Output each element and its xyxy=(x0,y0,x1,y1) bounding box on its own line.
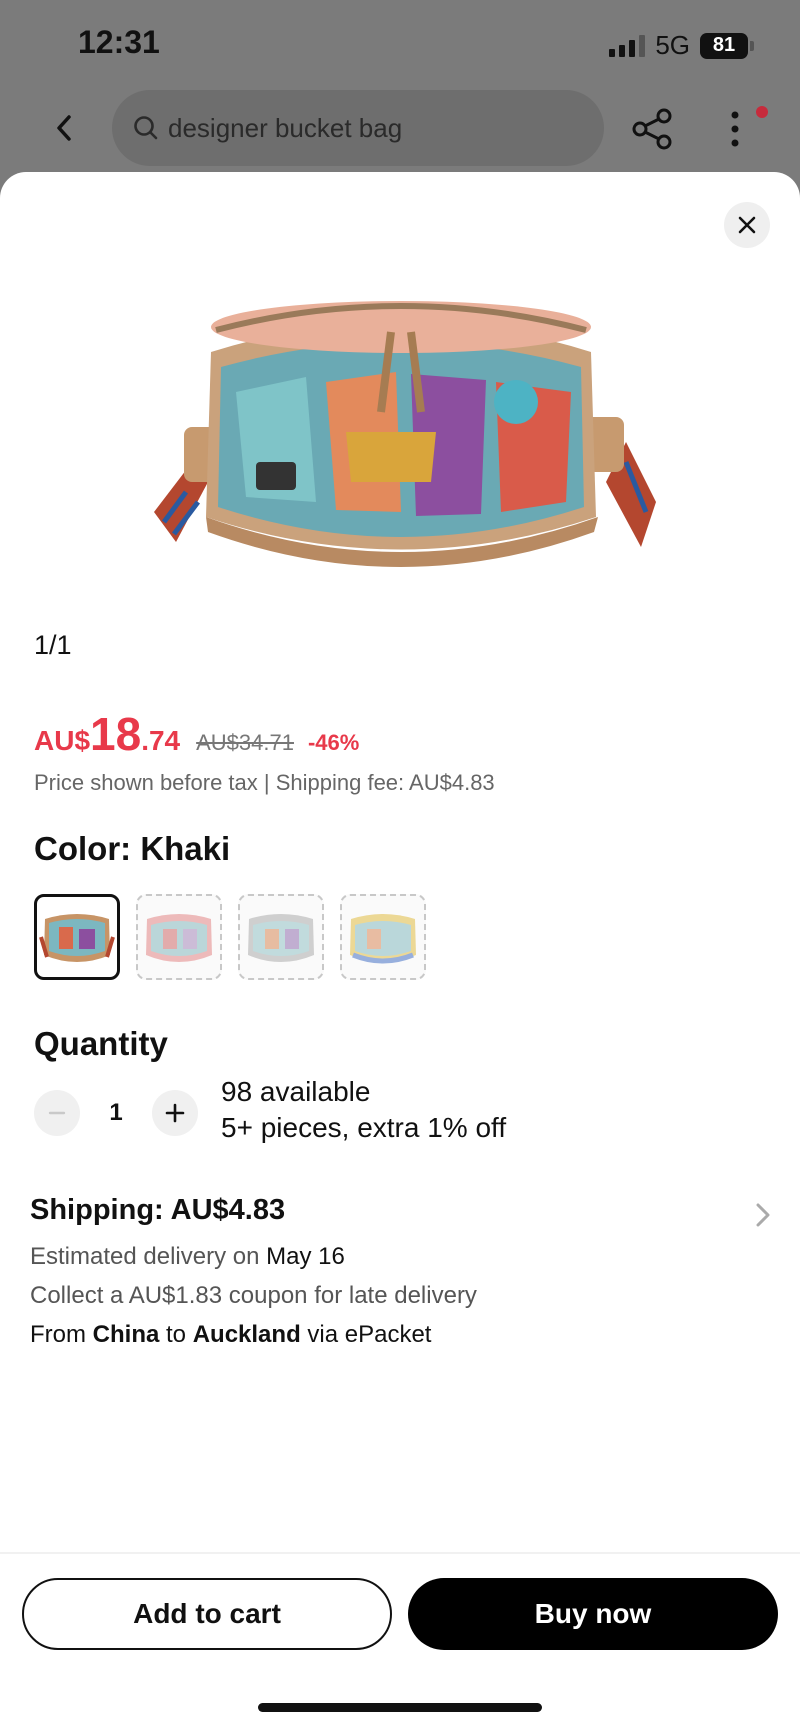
bulk-promo: 5+ pieces, extra 1% off xyxy=(221,1112,507,1143)
back-button[interactable] xyxy=(44,108,84,148)
route-from-label: From xyxy=(30,1321,93,1348)
top-nav: designer bucket bag xyxy=(0,90,800,170)
close-button[interactable] xyxy=(724,202,770,248)
quantity-value[interactable]: 1 xyxy=(80,1099,152,1127)
bottom-divider xyxy=(0,1552,800,1554)
buy-now-button[interactable]: Buy now xyxy=(408,1578,778,1650)
swatch-khaki-image xyxy=(39,914,115,962)
search-input[interactable]: designer bucket bag xyxy=(112,90,604,166)
status-indicators: 5G 81 xyxy=(609,30,754,61)
decrease-button[interactable] xyxy=(34,1090,80,1136)
stock-available: 98 available xyxy=(221,1076,371,1107)
add-to-cart-button[interactable]: Add to cart xyxy=(22,1578,392,1650)
chevron-right-icon[interactable] xyxy=(752,1200,774,1230)
home-indicator xyxy=(258,1703,542,1712)
quantity-title: Quantity xyxy=(34,1025,168,1062)
delivery-estimate: Estimated delivery on May 16 xyxy=(30,1243,345,1271)
delivery-prefix: Estimated delivery on xyxy=(30,1243,267,1270)
battery-icon: 81 xyxy=(700,32,754,59)
swatch-pink[interactable] xyxy=(136,894,222,980)
search-icon xyxy=(134,116,158,140)
original-price: AU$34.71 xyxy=(196,730,294,755)
network-label: 5G xyxy=(655,30,690,60)
route-destination: Auckland xyxy=(192,1321,301,1348)
price-integer: 18 xyxy=(90,708,142,760)
swatch-pink-image xyxy=(146,914,212,962)
chevron-left-icon xyxy=(57,115,71,141)
more-icon[interactable] xyxy=(720,106,750,152)
color-title: Color: Khaki xyxy=(34,830,231,867)
close-icon xyxy=(738,216,756,234)
notification-dot xyxy=(756,106,768,118)
delivery-date: May 16 xyxy=(266,1243,345,1270)
share-icon[interactable] xyxy=(630,106,676,152)
sku-bottom-sheet: 1/1 AU$ 18 .74 AU$34.71 -46% Price shown… xyxy=(0,172,800,1730)
status-time: 12:31 xyxy=(78,24,160,60)
status-bar: 12:31 5G 81 xyxy=(0,0,800,90)
late-coupon: Collect a AU$1.83 coupon for late delive… xyxy=(30,1282,477,1309)
plus-icon xyxy=(165,1103,185,1123)
discount-badge: -46% xyxy=(307,730,360,755)
swatch-blue[interactable] xyxy=(340,894,426,980)
image-counter: 1/1 xyxy=(34,630,72,660)
route-origin: China xyxy=(92,1321,160,1348)
minus-icon xyxy=(48,1111,66,1115)
increase-button[interactable] xyxy=(152,1090,198,1136)
tax-note: Price shown before tax | Shipping fee: A… xyxy=(34,770,495,795)
price-decimal: .74 xyxy=(141,725,181,756)
quantity-stepper: 1 xyxy=(34,1090,198,1136)
swatch-khaki[interactable] xyxy=(34,894,120,980)
signal-icon xyxy=(609,34,646,57)
swatch-silver[interactable] xyxy=(238,894,324,980)
swatch-blue-image xyxy=(350,914,416,964)
color-swatches xyxy=(34,894,426,980)
search-query: designer bucket bag xyxy=(168,112,403,143)
price-row: AU$ 18 .74 AU$34.71 -46% xyxy=(34,707,359,761)
price-currency: AU$ xyxy=(34,725,91,756)
shipping-title[interactable]: Shipping: AU$4.83 xyxy=(30,1194,285,1227)
route-carrier: via ePacket xyxy=(300,1321,432,1348)
product-image[interactable] xyxy=(136,282,666,602)
route-to-label: to xyxy=(159,1321,193,1348)
shipping-route: From China to Auckland via ePacket xyxy=(30,1321,431,1349)
battery-level: 81 xyxy=(712,34,736,56)
swatch-silver-image xyxy=(248,914,314,962)
